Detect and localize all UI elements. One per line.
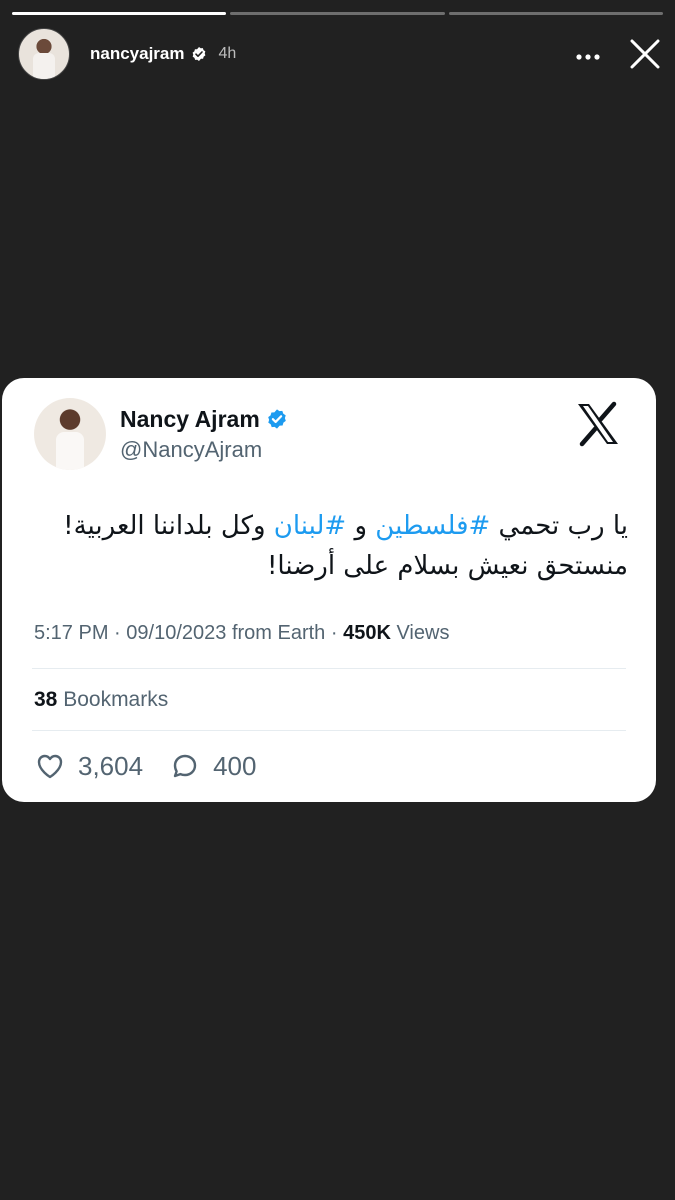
like-button[interactable]: 3,604 (34, 750, 143, 782)
tweet-text-fragment: يا رب تحمي (490, 511, 628, 541)
heart-icon (37, 754, 63, 779)
progress-segment-2 (230, 12, 445, 15)
story-username[interactable]: nancyajram (90, 44, 185, 64)
close-icon[interactable] (629, 38, 661, 70)
tweet-text-line-1: يا رب تحمي #فلسطين و #لبنان وكل بلداننا … (32, 506, 628, 546)
story-progress (12, 12, 663, 15)
tweet-date: 09/10/2023 (126, 622, 227, 644)
bookmarks-label: Bookmarks (63, 688, 169, 711)
tweet-text: يا رب تحمي #فلسطين و #لبنان وكل بلداننا … (32, 506, 628, 586)
verified-badge-icon (267, 409, 286, 429)
reply-button[interactable]: 400 (169, 750, 256, 782)
tweet-handle: @NancyAjram (120, 436, 263, 462)
views-count: 450K (343, 622, 391, 644)
bookmarks-stat[interactable]: 38 Bookmarks (34, 688, 168, 712)
tweet-source: from Earth (231, 622, 326, 644)
hashtag-palestine[interactable]: #فلسطين (375, 511, 490, 541)
tweet-card: Nancy Ajram @NancyAjram يا رب تحمي #فلسط… (2, 378, 656, 802)
reply-count: 400 (213, 750, 257, 781)
bookmarks-count: 38 (34, 688, 58, 711)
story-time: 4h (218, 45, 237, 62)
tweet-meta: 5:17 PM · 09/10/2023 from Earth · 450K V… (34, 622, 450, 644)
tweet-header: Nancy Ajram @NancyAjram (34, 398, 626, 470)
story-header: nancyajram 4h (18, 27, 661, 81)
more-icon (576, 54, 600, 60)
tweet-avatar (34, 398, 106, 470)
hashtag-lebanon[interactable]: #لبنان (274, 511, 346, 541)
tweet-text-fragment: و (346, 511, 376, 541)
tweet-text-fragment: وكل بلداننا العربية! (63, 511, 274, 541)
divider (32, 668, 626, 669)
progress-segment-3 (448, 12, 663, 15)
verified-badge-icon (192, 47, 205, 61)
comment-icon (173, 754, 197, 778)
like-count: 3,604 (78, 750, 144, 781)
progress-segment-1 (12, 12, 227, 15)
divider (32, 730, 626, 731)
more-options-button[interactable] (575, 42, 601, 66)
profile-avatar[interactable] (18, 28, 70, 80)
tweet-time: 5:17 PM (34, 622, 109, 644)
x-logo-icon (578, 401, 618, 447)
tweet-author: Nancy Ajram @NancyAjram (120, 406, 288, 463)
tweet-text-line-2: منستحق نعيش بسلام على أرضنا! (267, 551, 628, 581)
tweet-actions: 3,604 400 (34, 750, 282, 782)
tweet-display-name: Nancy Ajram (120, 405, 260, 432)
views-label: Views (396, 622, 450, 644)
